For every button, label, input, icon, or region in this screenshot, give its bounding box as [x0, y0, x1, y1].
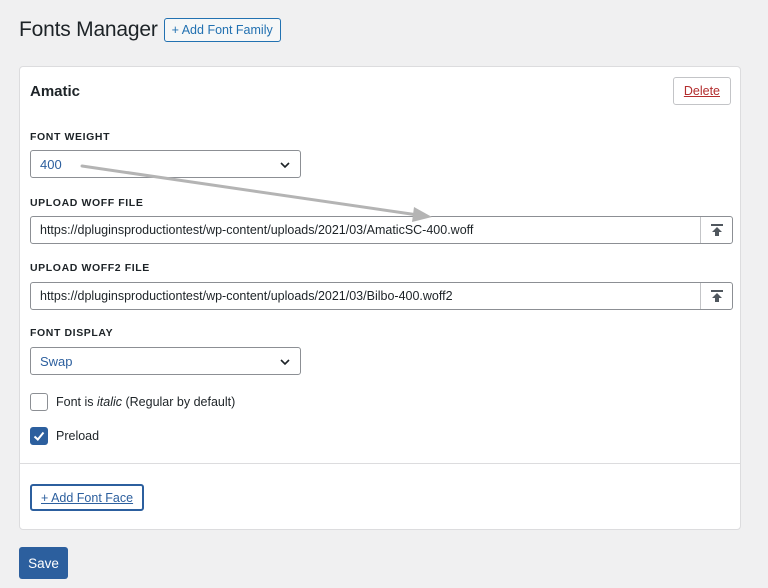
italic-label-prefix: Font is: [56, 395, 97, 409]
italic-checkbox[interactable]: [30, 393, 48, 411]
woff2-field: [30, 282, 733, 310]
font-display-label: FONT DISPLAY: [30, 327, 114, 339]
add-font-face-button[interactable]: + Add Font Face: [30, 484, 145, 511]
woff-field: [30, 216, 733, 244]
page-header: Fonts Manager + Add Font Family: [19, 18, 281, 42]
upload-icon: [710, 224, 723, 236]
font-weight-label: FONT WEIGHT: [30, 131, 111, 143]
woff2-url-input[interactable]: [31, 283, 700, 309]
font-weight-select[interactable]: 400: [30, 150, 301, 178]
upload-icon: [710, 290, 723, 302]
font-display-value: Swap: [40, 353, 73, 369]
woff2-label: UPLOAD WOFF2 FILE: [30, 262, 150, 274]
preload-label: Preload: [56, 429, 100, 443]
font-family-name: Amatic: [30, 83, 81, 100]
italic-label-emphasis: italic: [97, 395, 123, 409]
woff-upload-button[interactable]: [700, 217, 732, 243]
woff-url-input[interactable]: [31, 217, 700, 243]
checkmark-icon: [33, 431, 45, 441]
preload-checkbox[interactable]: [30, 427, 48, 445]
page-title: Fonts Manager: [19, 18, 158, 41]
chevron-down-icon: [280, 162, 290, 169]
woff2-upload-button[interactable]: [700, 283, 732, 309]
delete-button[interactable]: Delete: [672, 77, 731, 105]
chevron-down-icon: [280, 359, 290, 366]
add-font-family-button[interactable]: + Add Font Family: [163, 18, 281, 42]
woff-label: UPLOAD WOFF FILE: [30, 197, 144, 209]
italic-option: Font is italic (Regular by default): [30, 393, 235, 411]
save-button[interactable]: Save: [19, 547, 68, 579]
font-family-card: Amatic Delete FONT WEIGHT 400 UPLOAD WOF…: [19, 66, 741, 530]
italic-label-suffix: (Regular by default): [122, 395, 236, 409]
italic-label: Font is italic (Regular by default): [56, 395, 235, 409]
divider: [20, 463, 740, 464]
font-weight-value: 400: [40, 156, 62, 172]
font-display-select[interactable]: Swap: [30, 347, 301, 375]
preload-option: Preload: [30, 427, 99, 445]
